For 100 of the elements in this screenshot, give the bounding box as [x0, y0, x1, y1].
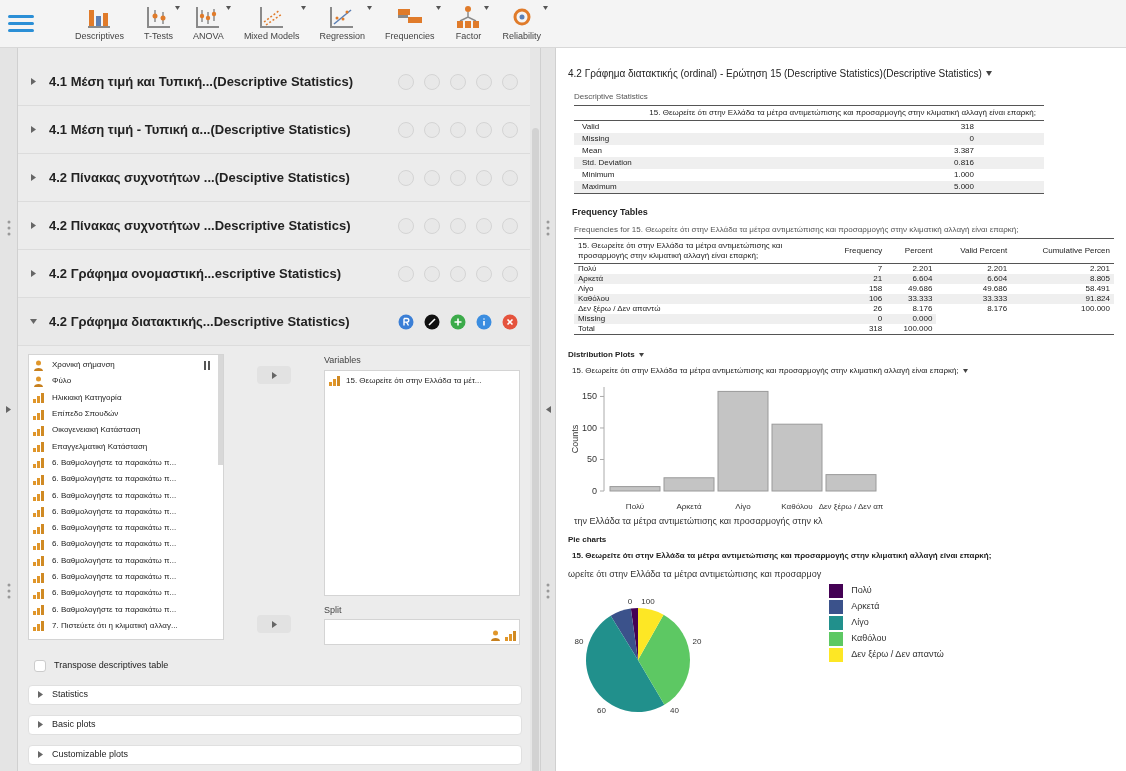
dropdown-icon[interactable]	[638, 352, 644, 357]
variable-item[interactable]: 6. Βαθμολογήστε τα παρακάτω π...	[33, 487, 177, 504]
dropdown-icon[interactable]	[962, 368, 968, 373]
section-header[interactable]: Customizable plots	[28, 744, 522, 765]
bar	[825, 473, 877, 491]
move-right-button[interactable]	[257, 366, 291, 384]
table-cell: 318	[757, 120, 1044, 133]
tick-label: 100	[641, 596, 655, 606]
table-cell: 49.686	[886, 283, 937, 294]
info-icon[interactable]	[476, 217, 492, 234]
module-button[interactable]: Regression	[316, 3, 368, 44]
duplicate-icon[interactable]	[450, 265, 466, 282]
variable-item[interactable]: Οικογενειακή Κατάσταση	[33, 422, 141, 439]
module-button[interactable]: ANOVA	[190, 3, 227, 44]
variables-box[interactable]: 15. Θεωρείτε ότι στην Ελλάδα τα μέτ...	[324, 369, 520, 596]
table-cell: 2.201	[886, 263, 937, 274]
table-cell: Missing	[574, 133, 758, 145]
table-cell: 3.387	[757, 145, 1044, 157]
table-cell: 26	[824, 303, 887, 314]
table-cell: Std. Deviation	[574, 157, 758, 169]
variable-item[interactable]: 6. Βαθμολογήστε τα παρακάτω π...	[33, 471, 177, 488]
bar-icon	[33, 441, 44, 453]
variable-item[interactable]: 6. Βαθμολογήστε τα παρακάτω π...	[33, 454, 177, 472]
drag-handle-icon[interactable]	[6, 583, 11, 599]
bar-icon	[33, 620, 44, 632]
table-cell: Καθόλου	[574, 293, 824, 304]
variable-item[interactable]: Επίπεδο Σπουδών	[33, 405, 119, 423]
duplicate-icon[interactable]	[450, 313, 466, 330]
section-heading: Distribution Plots	[568, 348, 635, 361]
variable-item[interactable]: Φύλο	[33, 373, 72, 390]
module-button[interactable]: Factor	[451, 3, 486, 44]
split-box[interactable]	[324, 619, 520, 645]
duplicate-icon[interactable]	[450, 169, 466, 186]
disclosure-icon	[37, 721, 44, 728]
module-button[interactable]: T-Tests	[141, 3, 177, 44]
chart-title: ωρείτε ότι στην Ελλάδα τα μέτρα αντιμετώπισης και προσαρμογ	[568, 568, 822, 581]
table-cell: 1.000	[757, 169, 1044, 181]
variable-item[interactable]: 15. Θεωρείτε ότι στην Ελλάδα τα μέτ...	[329, 374, 515, 387]
module-button[interactable]: Mixed Models	[240, 3, 303, 44]
variable-item[interactable]: 6. Βαθμολογήστε τα παρακάτω π...	[33, 601, 177, 618]
analysis-title: 4.2 Γράφημα ονομαστική...escriptive Statistics)	[49, 264, 343, 283]
bar-icon	[33, 506, 44, 518]
bar-icon	[505, 630, 516, 641]
tick-label: 50	[587, 454, 597, 464]
bar	[609, 485, 661, 491]
info-icon[interactable]	[476, 265, 492, 282]
tick-label: 0	[627, 596, 633, 606]
section-header[interactable]: Statistics	[28, 684, 522, 705]
close-icon[interactable]	[502, 313, 518, 330]
disclosure-icon	[30, 126, 37, 133]
bar-icon	[33, 571, 44, 583]
variable-item[interactable]: 6. Βαθμολογήστε τα παρακάτω π...	[33, 536, 177, 553]
section-header[interactable]: Basic plots	[28, 714, 522, 735]
tick-label: 150	[581, 390, 597, 401]
variable-item[interactable]: Επαγγελματική Κατάσταση	[33, 438, 148, 455]
info-icon[interactable]	[476, 73, 492, 90]
scrollbar[interactable]	[531, 128, 539, 771]
variable-item[interactable]: 6. Βαθμολογήστε τα παρακάτω π...	[33, 503, 177, 520]
sort-icon[interactable]	[204, 361, 210, 370]
table-cell: 8.805	[1011, 273, 1114, 284]
section-heading: Frequency Tables	[572, 206, 649, 219]
dropdown-icon[interactable]	[985, 71, 992, 76]
variable-item[interactable]: 7. Πιστεύετε ότι η κλιματική αλλαγ...	[33, 617, 178, 635]
drag-handle-icon[interactable]	[546, 220, 550, 236]
analysis-title: 4.1 Μέση τιμή - Τυπική α...(Descriptive Statistics)	[49, 120, 352, 139]
variable-item[interactable]: 6. Βαθμολογήστε τα παρακάτω π...	[33, 519, 177, 537]
module-button[interactable]: Frequencies	[381, 3, 438, 44]
module-button[interactable]: Descriptives	[72, 3, 127, 44]
move-right-button[interactable]	[257, 615, 291, 633]
checkbox[interactable]	[34, 659, 46, 672]
expand-icon	[5, 406, 12, 413]
table-cell: 6.604	[886, 273, 937, 284]
info-icon[interactable]	[476, 169, 492, 186]
variable-item[interactable]: 6. Βαθμολογήστε τα παρακάτω π...	[33, 568, 177, 586]
bar	[663, 476, 715, 491]
tick-label: 80	[574, 636, 584, 646]
drag-handle-icon[interactable]	[546, 583, 550, 599]
bar-icon	[33, 522, 44, 534]
section-heading: Pie charts	[568, 534, 608, 546]
module-button[interactable]: Reliability	[499, 3, 544, 44]
duplicate-icon[interactable]	[450, 73, 466, 90]
collapse-icon[interactable]	[544, 406, 552, 413]
info-icon[interactable]	[476, 313, 492, 330]
duplicate-icon[interactable]	[450, 121, 466, 138]
table-cell: 7	[824, 263, 887, 274]
variable-item[interactable]: 6. Βαθμολογήστε τα παρακάτω π...	[33, 552, 177, 569]
duplicate-icon[interactable]	[450, 217, 466, 234]
drag-handle-icon[interactable]	[6, 220, 11, 236]
table-cell: 33.333	[886, 293, 937, 304]
variable-item[interactable]: Χρονική σήμανση	[33, 357, 115, 374]
variable-item[interactable]: Ηλικιακή Κατηγορία	[33, 389, 122, 406]
r-code-icon[interactable]	[398, 313, 414, 330]
info-icon[interactable]	[476, 121, 492, 138]
table-cell: Αρκετά	[574, 273, 824, 284]
variable-item[interactable]: 6. Βαθμολογήστε τα παρακάτω π...	[33, 585, 177, 602]
scrollbar[interactable]	[218, 355, 223, 465]
axis-title: Counts	[570, 424, 580, 453]
person-icon	[33, 359, 44, 371]
edit-icon[interactable]	[424, 313, 440, 330]
disclosure-icon	[30, 174, 37, 181]
